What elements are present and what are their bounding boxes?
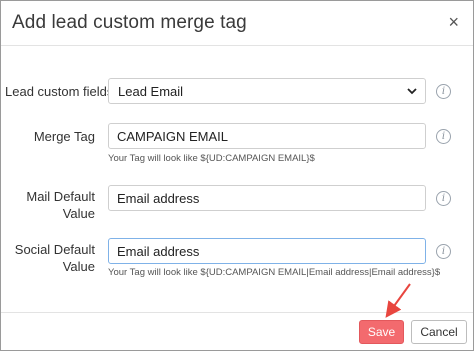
- annotation-arrow-icon: [385, 283, 411, 318]
